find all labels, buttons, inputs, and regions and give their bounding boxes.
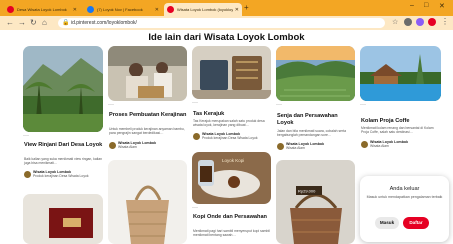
- tab-title: (7) Loyok Nov | Facebook: [97, 7, 143, 12]
- more-options-icon[interactable]: ···: [192, 205, 198, 211]
- pin-description: Baik kalian yang suka menikmati view rin…: [24, 157, 103, 166]
- tab-title: Desa Wisata Loyok Lombok: [17, 7, 67, 12]
- pin-description: Jalan dan bila menikmati suara, cobalah …: [277, 129, 346, 138]
- pin-image-kerajinan-box[interactable]: [23, 194, 103, 244]
- pin-description: Tas Kerajuk merupakan salah satu produk …: [193, 119, 265, 128]
- author-avatar: [193, 133, 200, 140]
- browser-tab-bar: Desa Wisata Loyok Lombok ✕ (7) Loyok Nov…: [0, 0, 453, 16]
- tab-title: Wisata Loyok Lombok (loyokloy: [177, 7, 233, 12]
- browser-menu-icon[interactable]: ⋮: [441, 17, 449, 27]
- login-prompt-popup: Anda keluar Masuk untuk mendapatkan peng…: [360, 176, 449, 242]
- author-board: Wisata Alam: [286, 146, 305, 151]
- close-tab-icon[interactable]: ✕: [73, 7, 77, 13]
- signup-button[interactable]: Daftar: [403, 217, 429, 229]
- lock-icon: 🔒: [62, 20, 70, 26]
- more-options-icon[interactable]: ···: [360, 102, 366, 108]
- pin-image-tas-kerajuk[interactable]: [192, 46, 271, 99]
- more-options-icon[interactable]: ···: [108, 102, 114, 108]
- author-avatar: [24, 171, 31, 178]
- pin-description: Untuk membeli produk kerajinan anyaman b…: [109, 127, 185, 136]
- pin-title[interactable]: View Rinjani Dari Desa Loyok: [24, 142, 104, 149]
- browser-tab-3-active[interactable]: Wisata Loyok Lombok (loyokloy ✕: [164, 3, 242, 16]
- popup-title: Anda keluar: [389, 186, 420, 192]
- price-tag: Rp29.000: [298, 189, 316, 194]
- pin-author[interactable]: Wisata Loyok Lombok Produk kerajinan Des…: [193, 132, 271, 141]
- pinterest-favicon-icon: [167, 6, 174, 13]
- author-avatar: [361, 141, 368, 148]
- close-tab-icon[interactable]: ✕: [155, 7, 159, 13]
- pin-image-kolam-proja[interactable]: [360, 46, 441, 101]
- author-board: Wisata Alam: [118, 145, 137, 150]
- url-text: id.pinterest.com/loyoklombok/: [71, 20, 137, 26]
- extensions-puzzle-icon[interactable]: [416, 18, 424, 26]
- close-window-icon[interactable]: ✕: [439, 2, 445, 10]
- new-tab-icon[interactable]: +: [244, 3, 249, 13]
- pin-image-tas-anyaman[interactable]: Rp29.000: [276, 160, 355, 244]
- pin-author[interactable]: Wisata Loyok Lombok Produk kerajinan Des…: [24, 170, 104, 179]
- pin-image-senja-persawahan[interactable]: [276, 46, 355, 101]
- pinterest-favicon-icon: [7, 6, 14, 13]
- maximize-icon[interactable]: □: [424, 2, 428, 9]
- pin-image-kopi-onde[interactable]: Loyok Kopi: [192, 152, 271, 204]
- author-board: Produk kerajinan Desa Wisata Loyok: [33, 174, 89, 179]
- more-options-icon[interactable]: ···: [276, 102, 282, 108]
- author-avatar: [277, 143, 284, 150]
- pin-author[interactable]: Wisata Loyok Lombok Wisata Alam: [277, 142, 355, 151]
- author-avatar: [109, 142, 116, 149]
- home-icon[interactable]: ⌂: [42, 18, 47, 28]
- browser-toolbar: ← → ↻ ⌂ 🔒 id.pinterest.com/loyoklombok/ …: [0, 16, 453, 30]
- pin-title[interactable]: Senja dan Persawahan Loyok: [277, 113, 355, 126]
- close-tab-icon[interactable]: ✕: [235, 7, 239, 13]
- author-board: Produk kerajinan Desa Wisata Loyok: [202, 136, 258, 141]
- more-options-icon[interactable]: ···: [23, 133, 29, 139]
- facebook-favicon-icon: [87, 6, 94, 13]
- browser-tab-1[interactable]: Desa Wisata Loyok Lombok ✕: [4, 3, 80, 16]
- pin-author[interactable]: Wisata Loyok Lombok Wisata Alam: [109, 141, 187, 150]
- pin-image-proses-kerajinan[interactable]: [108, 46, 187, 101]
- pin-description: Menikmati pagi hari sambil menyeruput ko…: [193, 229, 270, 238]
- extension-icon[interactable]: [404, 18, 412, 26]
- login-button[interactable]: Masuk: [375, 217, 399, 229]
- pin-title[interactable]: Proses Pembuatan Kerajinan: [109, 112, 187, 119]
- profile-avatar-icon[interactable]: [428, 18, 436, 26]
- pin-title[interactable]: Kopi Onde dan Persawahan: [193, 214, 271, 221]
- pin-title[interactable]: Tas Kerajuk: [193, 111, 271, 118]
- pin-image-view-rinjani[interactable]: [23, 46, 103, 132]
- pin-author[interactable]: Wisata Loyok Lombok Wisata Alam: [361, 140, 441, 149]
- bookmark-star-icon[interactable]: ☆: [392, 18, 398, 28]
- popup-message: Masuk untuk mendapatkan pengalaman terba…: [366, 195, 443, 199]
- page-title: Ide lain dari Wisata Loyok Lombok: [148, 32, 305, 43]
- forward-arrow-icon[interactable]: →: [18, 18, 26, 28]
- minimize-icon[interactable]: –: [410, 2, 414, 9]
- address-bar[interactable]: 🔒 id.pinterest.com/loyoklombok/: [58, 18, 385, 28]
- pin-image-woven-bag[interactable]: [108, 160, 187, 244]
- more-options-icon[interactable]: ···: [192, 100, 198, 106]
- pin-title[interactable]: Kolam Proja Coffe: [361, 118, 441, 125]
- kopi-jar-label: Loyok Kopi: [222, 158, 244, 163]
- browser-tab-2[interactable]: (7) Loyok Nov | Facebook ✕: [84, 3, 162, 16]
- pin-description: Menikmati kolam renang dan bersantai di …: [361, 126, 434, 135]
- author-board: Wisata Alam: [370, 144, 389, 149]
- back-arrow-icon[interactable]: ←: [6, 18, 14, 28]
- reload-icon[interactable]: ↻: [30, 18, 37, 28]
